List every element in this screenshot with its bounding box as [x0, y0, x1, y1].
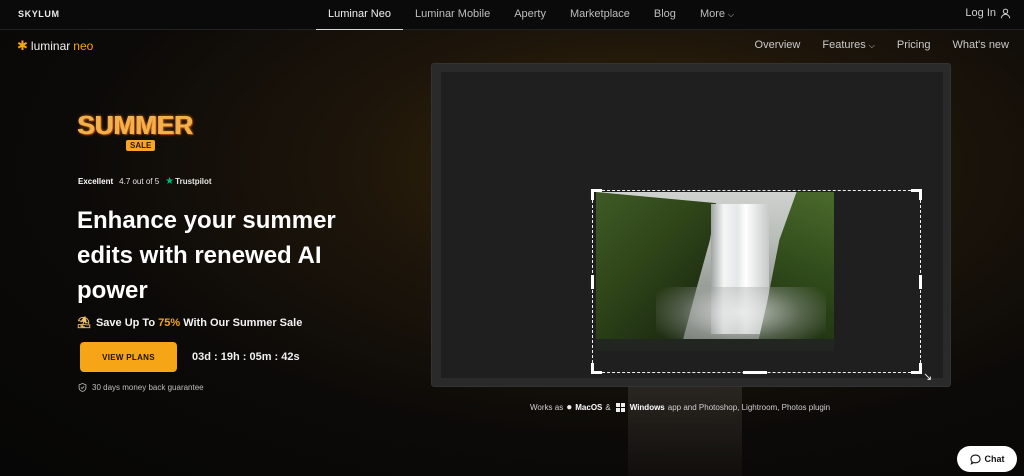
- tab-label: Marketplace: [569, 8, 630, 20]
- trustpilot-rating[interactable]: Excellent 4.7 out of 5 ★ Trustpilot: [78, 176, 212, 187]
- tab-label: Luminar Neo: [328, 8, 391, 20]
- hero-headline: Enhance your summer edits with renewed A…: [77, 207, 336, 304]
- promo-prefix: Save Up To: [95, 316, 159, 329]
- product-tabs: Luminar Neo Luminar Mobile Aperty Market…: [316, 0, 746, 30]
- rating-score: 4.7 out of 5: [119, 177, 160, 186]
- beach-umbrella-icon: ⛱: [77, 317, 91, 329]
- windows-icon: [615, 403, 625, 412]
- platform-mac: MacOS: [575, 403, 603, 412]
- chat-button[interactable]: Chat: [957, 446, 1017, 472]
- crop-frame[interactable]: [591, 189, 922, 374]
- tab-label: Blog: [653, 8, 676, 20]
- sale-tag: SALE: [126, 140, 156, 151]
- summer-sale-badge: SUMMER SALE: [78, 110, 204, 158]
- logo-suffix: neo: [73, 39, 94, 53]
- shield-check-icon: [78, 383, 87, 392]
- promo-line: ⛱ Save Up To 75% With Our Summer Sale: [77, 316, 302, 330]
- crop-handle-right[interactable]: [919, 275, 922, 289]
- luminar-neo-logo[interactable]: ✱ luminar neo: [17, 39, 93, 53]
- tab-label: Luminar Mobile: [414, 8, 491, 20]
- login-link[interactable]: Log In: [965, 7, 1011, 19]
- sale-countdown: 03d : 19h : 05m : 42s: [192, 351, 300, 363]
- chevron-down-icon: ⌵: [728, 10, 735, 19]
- money-back-guarantee: 30 days money back guarantee: [78, 383, 204, 392]
- promo-suffix: With Our Summer Sale: [180, 316, 303, 329]
- platform-support: Works as ● MacOS & Windows app and Photo…: [530, 402, 830, 413]
- chevron-down-icon: ⌵: [868, 41, 875, 50]
- product-subnav: Overview Features ⌵ Pricing What's new: [755, 39, 1009, 51]
- subnav-whats-new[interactable]: What's new: [952, 39, 1009, 51]
- rating-source: Trustpilot: [175, 177, 212, 186]
- platform-prefix: Works as: [530, 403, 564, 412]
- logo-word: luminar: [30, 39, 71, 53]
- tab-luminar-mobile[interactable]: Luminar Mobile: [403, 0, 502, 30]
- resize-cursor-icon: ↘: [923, 371, 933, 383]
- chat-bubble-icon: [969, 454, 981, 465]
- tab-marketplace[interactable]: Marketplace: [558, 0, 642, 30]
- platform-suffix: app and Photoshop, Lightroom, Photos plu…: [667, 403, 831, 412]
- top-navigation-bar: SKYLUM Luminar Neo Luminar Mobile Aperty…: [0, 0, 1024, 30]
- user-icon: [1000, 8, 1011, 18]
- view-plans-button[interactable]: VIEW PLANS: [80, 342, 177, 372]
- subnav-features[interactable]: Features ⌵: [822, 39, 875, 51]
- monitor-stand: [628, 387, 742, 476]
- promo-text: Save Up To 75% With Our Summer Sale: [96, 317, 302, 329]
- tab-luminar-neo[interactable]: Luminar Neo: [316, 0, 403, 30]
- apple-icon: ●: [566, 402, 573, 413]
- subnav-label: Features: [822, 39, 866, 51]
- tab-blog[interactable]: Blog: [642, 0, 688, 30]
- sparkle-icon: ✱: [17, 38, 28, 53]
- tab-aperty[interactable]: Aperty: [502, 0, 558, 30]
- crop-handle-top-left[interactable]: [591, 189, 594, 200]
- platform-ampersand: &: [605, 403, 611, 412]
- subnav-pricing[interactable]: Pricing: [897, 39, 931, 51]
- skylum-brand-link[interactable]: SKYLUM: [18, 9, 60, 19]
- platform-windows: Windows: [629, 403, 665, 412]
- login-label: Log In: [965, 7, 996, 19]
- subnav-overview[interactable]: Overview: [755, 39, 801, 51]
- sale-title: SUMMER: [78, 110, 194, 140]
- crop-handle-bottom[interactable]: [743, 371, 767, 374]
- tab-label: More: [699, 8, 725, 20]
- tab-label: Aperty: [514, 8, 546, 20]
- crop-handle-bottom-right[interactable]: [919, 363, 922, 374]
- star-icon: ★: [165, 176, 175, 187]
- trustpilot-logo: ★ Trustpilot: [165, 176, 211, 187]
- product-navigation-bar: ✱ luminar neo Overview Features ⌵ Pricing…: [0, 30, 1024, 60]
- promo-percent: 75%: [158, 316, 181, 329]
- rating-label: Excellent: [78, 177, 114, 186]
- tab-more[interactable]: More ⌵: [688, 0, 746, 30]
- crop-handle-top-right[interactable]: [919, 189, 922, 200]
- crop-handle-left[interactable]: [591, 275, 594, 289]
- crop-handle-bottom-left[interactable]: [591, 363, 594, 374]
- chat-label: Chat: [984, 454, 1005, 464]
- guarantee-text: 30 days money back guarantee: [92, 383, 204, 392]
